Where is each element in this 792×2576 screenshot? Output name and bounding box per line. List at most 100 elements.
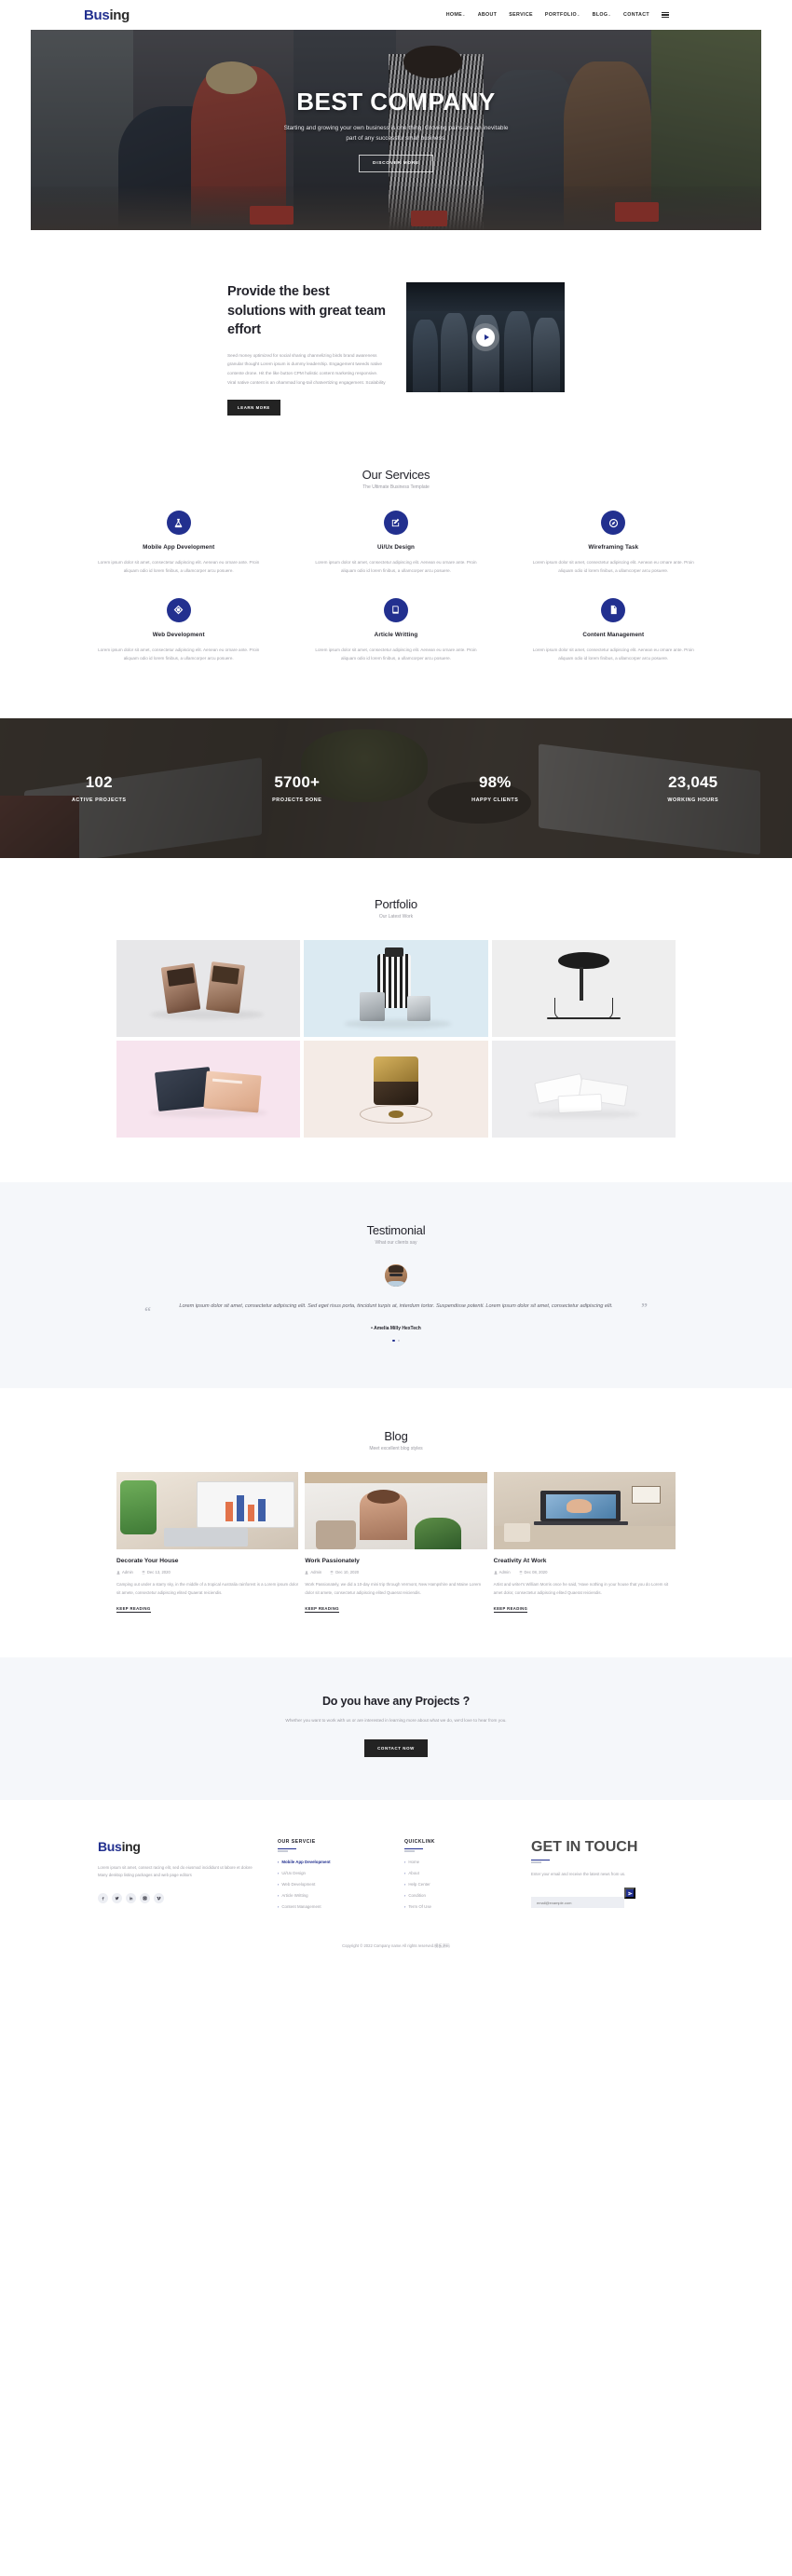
portfolio-section: Portfolio Our Latest Work bbox=[0, 858, 792, 1182]
nav-item-blog[interactable]: BLOG⌄ bbox=[593, 12, 611, 18]
service-card[interactable]: Content Management Lorem ipsum dolor sit… bbox=[505, 597, 722, 685]
blog-author: Admin bbox=[494, 1570, 511, 1574]
facebook-icon[interactable] bbox=[98, 1892, 108, 1903]
portfolio-item-gold-jar[interactable] bbox=[304, 1041, 488, 1138]
footer-link[interactable]: › Web Development bbox=[278, 1882, 388, 1887]
footer-col-title: GET IN TOUCH bbox=[531, 1838, 638, 1855]
portfolio-item-striped-bottle[interactable] bbox=[304, 940, 488, 1038]
vimeo-icon[interactable] bbox=[154, 1892, 164, 1903]
hamburger-menu-icon[interactable] bbox=[662, 11, 669, 19]
about-video-thumbnail[interactable] bbox=[406, 282, 565, 392]
footer-link[interactable]: › About bbox=[404, 1871, 514, 1875]
chevron-right-icon: › bbox=[404, 1904, 406, 1910]
blog-date: Dec 08, 2020 bbox=[519, 1570, 547, 1574]
hero-subtitle: Starting and growing your own business i… bbox=[283, 124, 509, 142]
footer-quicklink-column: QUICKLINK › Home › About › Help Center › Con… bbox=[404, 1839, 514, 1915]
discover-more-button[interactable]: DISCOVER MORE bbox=[359, 155, 433, 173]
portfolio-item-pink-notebooks[interactable] bbox=[116, 1041, 301, 1138]
carousel-dot-1[interactable] bbox=[391, 1339, 395, 1343]
footer-link[interactable]: › Home bbox=[404, 1860, 514, 1864]
portfolio-item-black-lamp[interactable] bbox=[491, 940, 676, 1038]
service-text: Lorem ipsum dolor sit amet, consectetur … bbox=[98, 647, 260, 661]
service-title: Ui/Ux Design bbox=[376, 544, 416, 552]
nav-label: ABOUT bbox=[477, 12, 498, 18]
carousel-dot-2[interactable] bbox=[397, 1339, 401, 1343]
nav-item-service[interactable]: SERVICE bbox=[509, 12, 533, 18]
services-grid: Mobile App Development Lorem ipsum dolor… bbox=[70, 511, 722, 685]
service-text: Lorem ipsum dolor sit amet, consectetur … bbox=[98, 560, 260, 574]
stat-number: 102 bbox=[85, 773, 113, 792]
copyright-text: Copyright © 2022 Company name All rights… bbox=[342, 1943, 450, 1949]
nav-item-contact[interactable]: CONTACT bbox=[623, 12, 649, 18]
hero-section: BEST COMPANY Starting and growing your o… bbox=[31, 30, 761, 230]
newsletter-text: Enter your email and receive the latest … bbox=[531, 1872, 626, 1877]
footer-link[interactable]: › Content Management bbox=[278, 1904, 388, 1909]
send-icon[interactable] bbox=[624, 1888, 635, 1900]
keep-reading-link[interactable]: KEEP READING bbox=[305, 1606, 339, 1613]
blog-section: Blog Meet excellent blog styles Decorate… bbox=[0, 1388, 792, 1656]
stat-item: 102 ACTIVE PROJECTS bbox=[0, 773, 198, 803]
avatar bbox=[385, 1264, 407, 1288]
blog-post-meta: Admin Dec 10, 2020 bbox=[305, 1570, 486, 1574]
blog-date: Dec 10, 2020 bbox=[330, 1570, 359, 1574]
nav-item-home[interactable]: HOME⌄ bbox=[446, 12, 466, 18]
footer-link[interactable]: › Condition bbox=[404, 1893, 514, 1898]
stat-label: ACTIVE PROJECTS bbox=[71, 797, 127, 804]
blog-image-woman-sofa bbox=[305, 1472, 487, 1550]
title-underline bbox=[278, 1847, 296, 1854]
footer-quicklink-list: › Home › About › Help Center › Condition › Te… bbox=[404, 1860, 514, 1909]
footer-logo[interactable]: Busing bbox=[98, 1839, 261, 1854]
about-paragraph: Seed money optimized for social sharing … bbox=[227, 352, 386, 385]
cta-section: Do you have any Projects ? Whether you w… bbox=[0, 1656, 792, 1800]
blog-card[interactable]: Work Passionately Admin Dec 10, 2020 Wor… bbox=[305, 1472, 487, 1614]
learn-more-button[interactable]: LEARN MORE bbox=[227, 400, 280, 416]
quote-mark-right-icon: ” bbox=[641, 1301, 648, 1315]
testimonial-author: • Amelia Milly HexTech bbox=[371, 1325, 421, 1331]
services-title: Our Services bbox=[362, 468, 430, 483]
service-text: Lorem ipsum dolor sit amet, consectetur … bbox=[315, 560, 477, 574]
footer-link[interactable]: › Mobile App Development bbox=[278, 1860, 388, 1864]
cta-text: Whether you want to work with us or are … bbox=[285, 1717, 507, 1723]
service-card[interactable]: Wireframing Task Lorem ipsum dolor sit a… bbox=[505, 511, 722, 597]
nav-label: CONTACT bbox=[623, 12, 649, 18]
site-footer: Busing Lorem ipsum sit amet, consect rac… bbox=[0, 1799, 792, 1965]
keep-reading-link[interactable]: KEEP READING bbox=[493, 1606, 528, 1613]
chevron-right-icon: › bbox=[404, 1871, 406, 1876]
email-field[interactable] bbox=[537, 1900, 624, 1905]
footer-link[interactable]: › Ui/Ux Design bbox=[278, 1871, 388, 1875]
logo-part-1: Bus bbox=[84, 7, 110, 23]
nav-item-portfolio[interactable]: PORTFOLIO⌄ bbox=[545, 12, 580, 18]
book-icon bbox=[383, 597, 408, 622]
services-section: Our Services The Ultimate Business Templ… bbox=[0, 458, 792, 718]
play-icon[interactable] bbox=[476, 328, 495, 347]
portfolio-item-white-boxes[interactable] bbox=[491, 1041, 676, 1138]
service-title: Mobile App Development bbox=[143, 544, 215, 552]
footer-link[interactable]: › Term Of Use bbox=[404, 1904, 514, 1909]
testimonial-section: Testimonial What our clients say “ Lorem… bbox=[0, 1182, 792, 1389]
blog-card[interactable]: Decorate Your House Admin Dec 13, 2020 C… bbox=[116, 1472, 299, 1614]
compass-icon bbox=[601, 511, 626, 536]
service-card[interactable]: Mobile App Development Lorem ipsum dolor… bbox=[70, 511, 287, 597]
site-logo[interactable]: Busing bbox=[84, 7, 130, 23]
service-card[interactable]: Ui/Ux Design Lorem ipsum dolor sit amet,… bbox=[287, 511, 504, 597]
blog-title: Blog bbox=[384, 1429, 408, 1444]
quote-mark-left-icon: “ bbox=[144, 1305, 151, 1320]
chevron-right-icon: › bbox=[404, 1860, 406, 1865]
keep-reading-link[interactable]: KEEP READING bbox=[116, 1606, 151, 1613]
linkedin-icon[interactable] bbox=[126, 1892, 136, 1903]
service-card[interactable]: Web Development Lorem ipsum dolor sit am… bbox=[70, 597, 287, 685]
footer-link[interactable]: › Help Center bbox=[404, 1882, 514, 1887]
footer-link[interactable]: › Article Writting bbox=[278, 1893, 388, 1898]
blog-card[interactable]: Creativity At Work Admin Dec 08, 2020 Ar… bbox=[493, 1472, 676, 1614]
carousel-dots[interactable] bbox=[0, 1339, 792, 1343]
service-card[interactable]: Article Writting Lorem ipsum dolor sit a… bbox=[287, 597, 504, 685]
portfolio-item-cosmetic-packaging[interactable] bbox=[116, 940, 301, 1038]
newsletter-input-wrapper[interactable] bbox=[531, 1897, 624, 1909]
main-navigation: HOME⌄ ABOUT SERVICE PORTFOLIO⌄ BLOG⌄ CON… bbox=[446, 11, 669, 19]
footer-about-text: Lorem ipsum sit amet, consect racing eli… bbox=[98, 1864, 253, 1878]
blog-author: Admin bbox=[305, 1570, 321, 1574]
instagram-icon[interactable] bbox=[140, 1892, 150, 1903]
twitter-icon[interactable] bbox=[112, 1892, 122, 1903]
contact-now-button[interactable]: CONTACT NOW bbox=[364, 1738, 428, 1757]
nav-item-about[interactable]: ABOUT bbox=[478, 12, 498, 18]
